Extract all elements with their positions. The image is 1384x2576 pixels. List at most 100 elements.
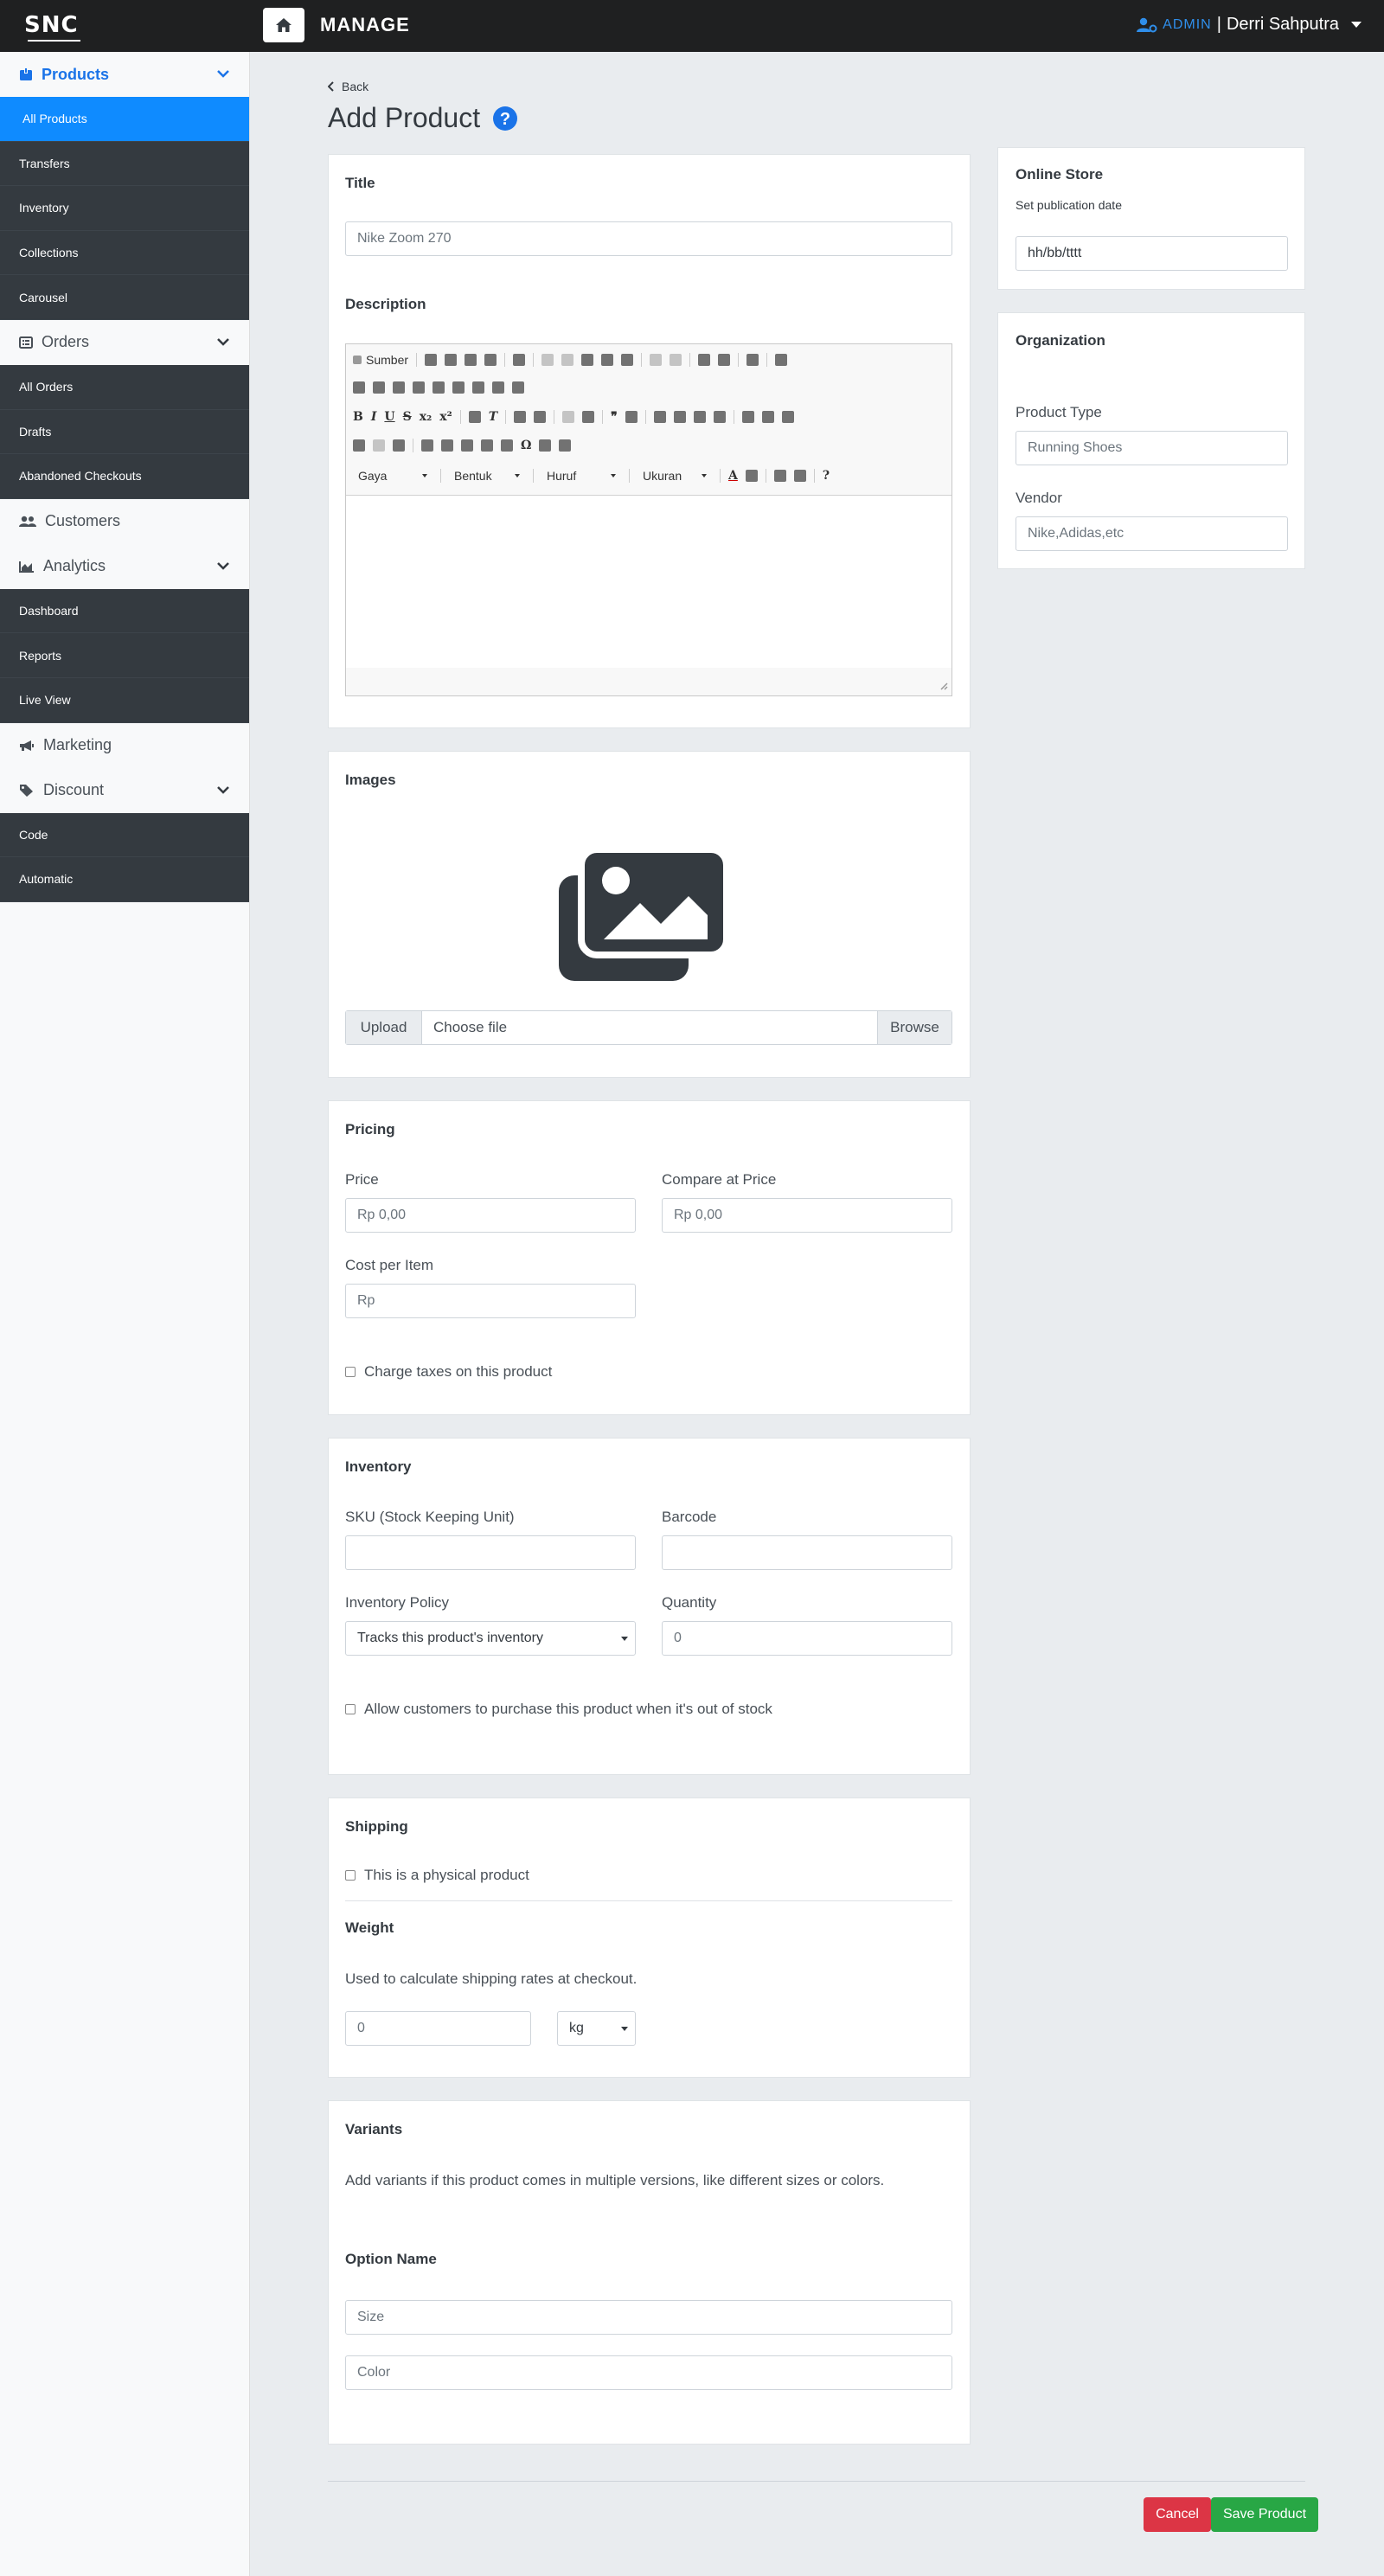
checkbox-box[interactable] bbox=[345, 1367, 356, 1377]
outdent-icon[interactable] bbox=[562, 411, 575, 423]
strike-icon[interactable]: S bbox=[403, 410, 412, 424]
quantity-input[interactable]: 0 bbox=[662, 1621, 952, 1656]
paste-word-icon[interactable] bbox=[621, 354, 634, 366]
paste-icon[interactable] bbox=[581, 354, 594, 366]
cost-per-item-input[interactable]: Rp bbox=[345, 1284, 636, 1318]
editor-content-area[interactable] bbox=[346, 495, 952, 668]
charge-taxes-checkbox[interactable]: Charge taxes on this product bbox=[345, 1363, 552, 1381]
blockquote-icon[interactable]: ❞ bbox=[611, 410, 618, 424]
about-icon[interactable]: ? bbox=[823, 469, 830, 483]
help-circle-icon[interactable]: ? bbox=[492, 106, 518, 131]
inventory-policy-select[interactable]: Tracks this product's inventory bbox=[345, 1621, 636, 1656]
brand-logo[interactable]: SNC bbox=[24, 12, 80, 42]
remove-format-icon[interactable]: T bbox=[489, 410, 497, 424]
sidebar-item-dashboard[interactable]: Dashboard bbox=[0, 588, 249, 634]
format-dropdown[interactable]: Bentuk bbox=[449, 467, 525, 484]
text-color-icon[interactable]: A bbox=[728, 469, 738, 483]
weight-unit-select[interactable]: kg bbox=[557, 2011, 636, 2046]
align-left-icon[interactable] bbox=[653, 411, 666, 423]
sidebar-group-customers[interactable]: Customers bbox=[0, 498, 249, 544]
browse-button[interactable]: Browse bbox=[877, 1011, 952, 1044]
button-icon[interactable] bbox=[472, 381, 484, 394]
sidebar-item-inventory[interactable]: Inventory bbox=[0, 186, 249, 231]
ltr-icon[interactable] bbox=[741, 411, 754, 423]
compare-price-input[interactable]: Rp 0,00 bbox=[662, 1198, 952, 1233]
bold-icon[interactable]: B bbox=[353, 410, 363, 424]
replace-icon[interactable] bbox=[718, 354, 731, 366]
sidebar-item-transfers[interactable]: Transfers bbox=[0, 141, 249, 187]
select-all-icon[interactable] bbox=[746, 354, 759, 366]
page-break-icon[interactable] bbox=[539, 439, 552, 452]
sidebar-item-code[interactable]: Code bbox=[0, 812, 249, 858]
checkbox-box[interactable] bbox=[345, 1704, 356, 1714]
underline-icon[interactable]: U bbox=[384, 410, 394, 424]
back-link[interactable]: Back bbox=[328, 80, 368, 93]
italic-icon[interactable]: I bbox=[371, 410, 377, 424]
form-icon[interactable] bbox=[353, 381, 365, 394]
redo-icon[interactable] bbox=[670, 354, 682, 366]
paste-text-icon[interactable] bbox=[601, 354, 614, 366]
checkbox-icon[interactable] bbox=[373, 381, 385, 394]
templates-icon[interactable] bbox=[513, 354, 526, 366]
sidebar-group-marketing[interactable]: Marketing bbox=[0, 722, 249, 768]
radio-icon[interactable] bbox=[393, 381, 405, 394]
sidebar-group-analytics[interactable]: Analytics bbox=[0, 543, 249, 589]
publication-date-input[interactable]: hh/bb/tttt bbox=[1016, 236, 1288, 271]
align-right-icon[interactable] bbox=[693, 411, 706, 423]
textarea-icon[interactable] bbox=[432, 381, 445, 394]
iframe-icon[interactable] bbox=[559, 439, 572, 452]
indent-icon[interactable] bbox=[582, 411, 595, 423]
bulleted-list-icon[interactable] bbox=[534, 411, 547, 423]
price-input[interactable]: Rp 0,00 bbox=[345, 1198, 636, 1233]
sidebar-group-products[interactable]: Products bbox=[0, 52, 249, 97]
font-dropdown[interactable]: Huruf bbox=[541, 467, 621, 484]
user-menu[interactable]: ADMIN | Derri Sahputra bbox=[1137, 15, 1362, 35]
weight-input[interactable]: 0 bbox=[345, 2011, 531, 2046]
sku-input[interactable] bbox=[345, 1535, 636, 1570]
link-icon[interactable] bbox=[353, 439, 365, 452]
physical-product-checkbox[interactable]: This is a physical product bbox=[345, 1867, 529, 1884]
sidebar-group-discount[interactable]: Discount bbox=[0, 767, 249, 813]
numbered-list-icon[interactable] bbox=[514, 411, 527, 423]
language-icon[interactable] bbox=[781, 411, 794, 423]
sidebar-item-reports[interactable]: Reports bbox=[0, 633, 249, 678]
spellcheck-icon[interactable] bbox=[775, 354, 788, 366]
unlink-icon[interactable] bbox=[373, 439, 385, 452]
upload-addon[interactable]: Upload bbox=[346, 1011, 422, 1044]
cut-icon[interactable] bbox=[541, 354, 554, 366]
sidebar-item-all-orders[interactable]: All Orders bbox=[0, 364, 249, 410]
undo-icon[interactable] bbox=[650, 354, 663, 366]
rtl-icon[interactable] bbox=[761, 411, 774, 423]
sidebar-item-automatic[interactable]: Automatic bbox=[0, 857, 249, 902]
show-blocks-icon[interactable] bbox=[793, 470, 806, 482]
save-icon[interactable] bbox=[425, 354, 438, 366]
size-dropdown[interactable]: Ukuran bbox=[638, 467, 712, 484]
align-center-icon[interactable] bbox=[673, 411, 686, 423]
allow-oos-checkbox[interactable]: Allow customers to purchase this product… bbox=[345, 1701, 772, 1718]
flash-icon[interactable] bbox=[441, 439, 453, 452]
product-type-input[interactable]: Running Shoes bbox=[1016, 431, 1288, 465]
sidebar-item-live-view[interactable]: Live View bbox=[0, 677, 249, 723]
select-field-icon[interactable] bbox=[452, 381, 465, 394]
print-icon[interactable] bbox=[484, 354, 497, 366]
subscript-icon[interactable]: x₂ bbox=[420, 410, 432, 424]
horizontal-line-icon[interactable] bbox=[481, 439, 493, 452]
smiley-icon[interactable] bbox=[501, 439, 513, 452]
background-color-icon[interactable] bbox=[745, 470, 758, 482]
textfield-icon[interactable] bbox=[413, 381, 425, 394]
hidden-field-icon[interactable] bbox=[512, 381, 524, 394]
title-input[interactable]: Nike Zoom 270 bbox=[345, 221, 952, 256]
option-size-input[interactable]: Size bbox=[345, 2300, 952, 2335]
div-icon[interactable] bbox=[625, 411, 638, 423]
sidebar-item-abandoned-checkouts[interactable]: Abandoned Checkouts bbox=[0, 454, 249, 499]
justify-icon[interactable] bbox=[713, 411, 726, 423]
cancel-button[interactable]: Cancel bbox=[1144, 2497, 1211, 2532]
preview-icon[interactable] bbox=[465, 354, 477, 366]
resize-handle-icon[interactable] bbox=[939, 682, 948, 690]
choose-file-input[interactable]: Choose file bbox=[422, 1011, 877, 1044]
table-icon[interactable] bbox=[461, 439, 473, 452]
sidebar-item-all-products[interactable]: All Products bbox=[0, 97, 249, 142]
copy-format-icon[interactable] bbox=[468, 411, 481, 423]
find-icon[interactable] bbox=[698, 354, 711, 366]
style-dropdown[interactable]: Gaya bbox=[353, 467, 432, 484]
